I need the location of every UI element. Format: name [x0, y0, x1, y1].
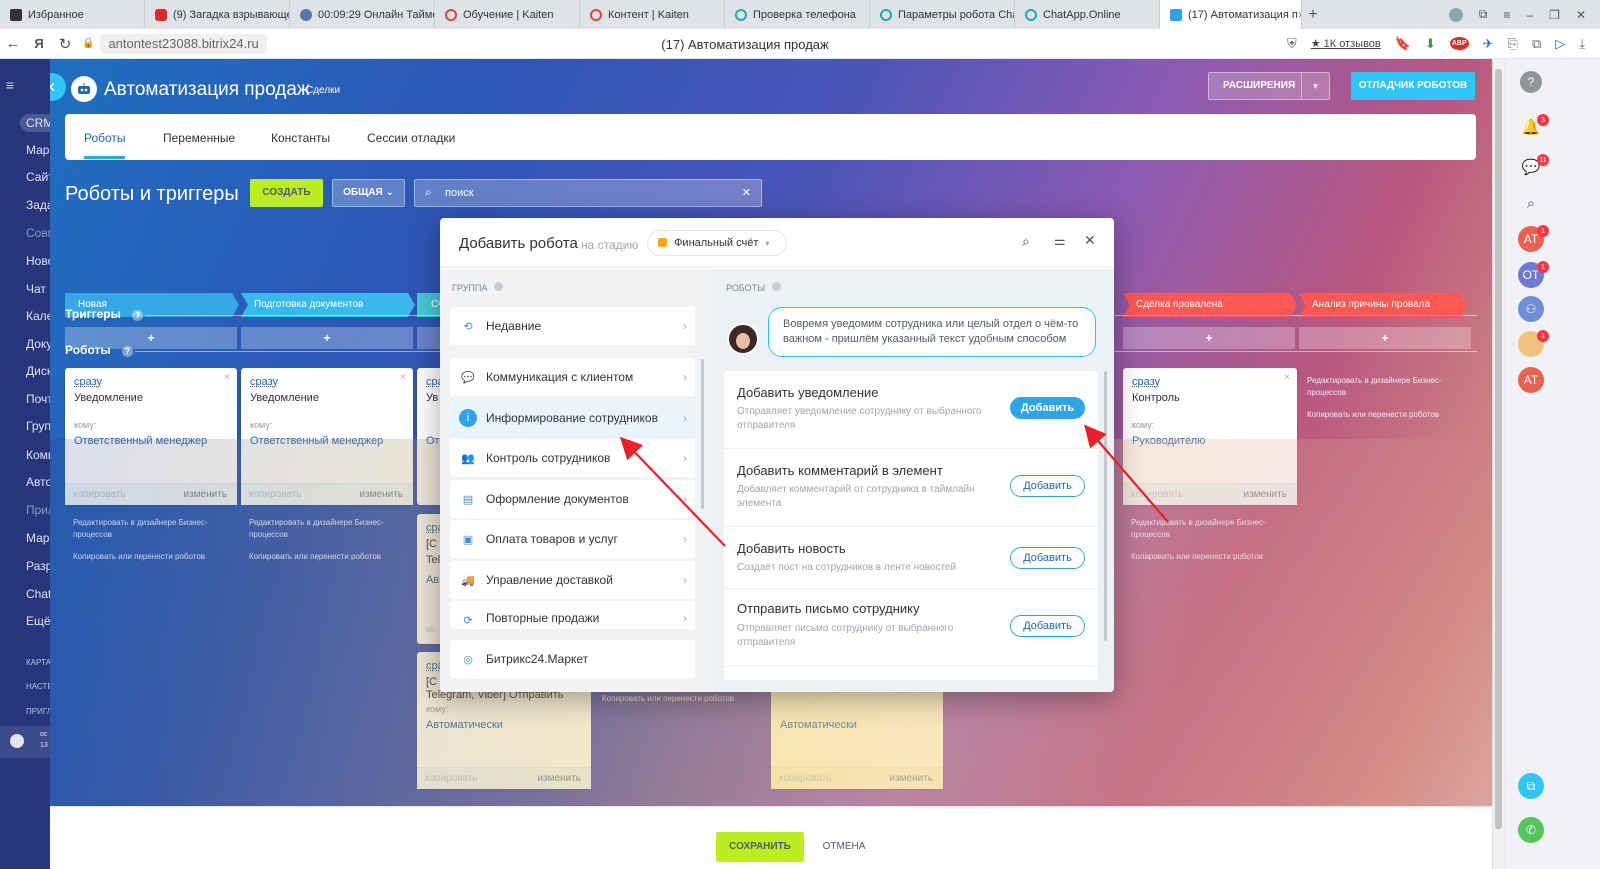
arrow-to-add-button: [1084, 424, 1169, 523]
cancel-button[interactable]: ОТМЕНА: [816, 832, 872, 862]
copy-icon[interactable]: ⧉: [1518, 773, 1544, 799]
notification-badge: 1: [1537, 225, 1549, 237]
avatar[interactable]: AT: [1518, 367, 1544, 393]
notification-badge: 1: [1537, 261, 1549, 273]
notification-badge: 11: [1537, 154, 1549, 166]
phone-icon[interactable]: ✆: [1518, 817, 1544, 843]
search-icon[interactable]: ⌕: [1518, 190, 1544, 216]
right-sidebar: [1505, 59, 1600, 869]
bottom-action-bar: СОХРАНИТЬ ОТМЕНА: [50, 806, 1492, 869]
annotation-arrows: [619, 424, 1169, 547]
group-chat-icon[interactable]: ⚇: [1518, 296, 1544, 322]
notification-badge: 1: [1537, 330, 1549, 342]
help-icon[interactable]: ?: [1520, 71, 1542, 93]
page-scrollbar[interactable]: [1492, 59, 1505, 869]
notification-badge: 3: [1537, 114, 1549, 126]
save-button[interactable]: СОХРАНИТЬ: [716, 832, 804, 862]
arrow-to-group: [619, 436, 726, 547]
scrollbar-thumb[interactable]: [1495, 69, 1502, 829]
